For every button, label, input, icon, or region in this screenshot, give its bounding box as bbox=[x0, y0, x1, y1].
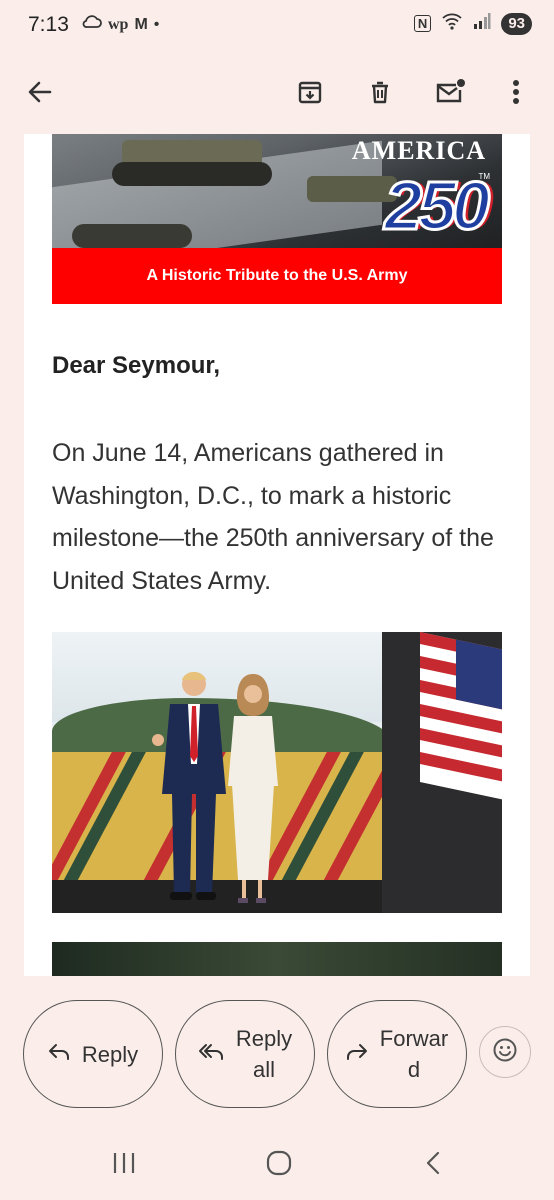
notification-icons: wp M • bbox=[82, 14, 159, 35]
hero-banner-image: AMERICA TM 250 A Historic Tribute to the… bbox=[52, 134, 502, 304]
gmail-icon: M bbox=[134, 15, 148, 33]
reply-button[interactable]: Reply bbox=[23, 1000, 163, 1108]
emoji-reaction-button[interactable] bbox=[479, 1026, 531, 1078]
forward-button[interactable]: Forwar d bbox=[327, 1000, 467, 1108]
mark-unread-icon[interactable] bbox=[430, 72, 470, 112]
reply-all-icon bbox=[198, 1041, 224, 1067]
app-bar bbox=[0, 50, 554, 134]
dot-icon: • bbox=[153, 15, 160, 33]
greeting: Dear Seymour, bbox=[52, 352, 221, 379]
system-icons: N 93 bbox=[413, 12, 532, 35]
forward-label: Forwar d bbox=[379, 1026, 449, 1082]
status-bar: 7:13 wp M • N 93 bbox=[0, 0, 554, 50]
recents-icon[interactable] bbox=[112, 1150, 136, 1181]
reply-all-button[interactable]: Reply all bbox=[175, 1000, 315, 1108]
delete-icon[interactable] bbox=[360, 72, 400, 112]
cloud-icon bbox=[82, 14, 102, 35]
tank-parade-photo: AMERICA TM 250 bbox=[52, 134, 502, 272]
email-body[interactable]: AMERICA TM 250 A Historic Tribute to the… bbox=[24, 134, 530, 976]
nfc-icon: N bbox=[413, 15, 432, 32]
battery-indicator: 93 bbox=[501, 12, 532, 35]
america-250-logo: 250 bbox=[383, 168, 492, 244]
more-vert-icon[interactable] bbox=[496, 72, 536, 112]
back-icon[interactable] bbox=[424, 1150, 444, 1181]
wifi-icon bbox=[441, 12, 463, 35]
reply-all-label: Reply all bbox=[235, 1026, 293, 1082]
forward-icon bbox=[346, 1041, 368, 1067]
person-woman bbox=[228, 674, 278, 903]
signal-icon bbox=[473, 12, 491, 35]
archive-icon[interactable] bbox=[290, 72, 330, 112]
reply-label: Reply bbox=[81, 1041, 139, 1067]
us-flag bbox=[420, 632, 502, 800]
hero-caption-banner: A Historic Tribute to the U.S. Army bbox=[52, 248, 502, 304]
reply-icon bbox=[48, 1041, 70, 1067]
home-icon[interactable] bbox=[266, 1150, 292, 1181]
next-photo-preview bbox=[52, 942, 502, 976]
system-nav-bar bbox=[0, 1130, 554, 1200]
america-wordmark: AMERICA bbox=[351, 136, 486, 165]
status-time: 7:13 bbox=[28, 13, 69, 36]
emoji-reaction-icon bbox=[492, 1037, 518, 1068]
back-arrow-icon[interactable] bbox=[20, 72, 60, 112]
event-photo bbox=[52, 632, 502, 913]
wp-icon: wp bbox=[108, 15, 129, 33]
email-paragraph: On June 14, Americans gathered in Washin… bbox=[52, 439, 494, 595]
